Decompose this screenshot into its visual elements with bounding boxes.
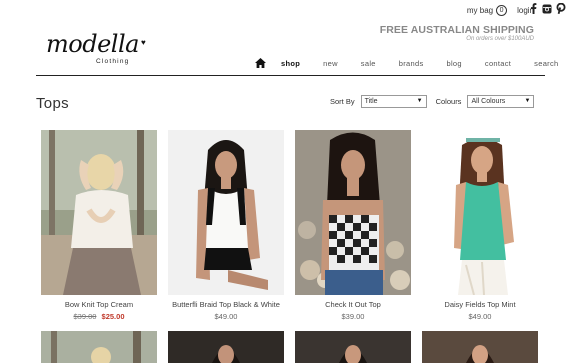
product-name[interactable]: Daisy Fields Top Mint [422,300,538,309]
product-image[interactable] [41,331,157,363]
sort-label: Sort By [330,97,355,106]
sale-price: $25.00 [101,312,125,321]
instagram-icon[interactable] [542,3,552,14]
product-image[interactable] [295,130,411,295]
bag-label: my bag [466,5,494,15]
original-price: $39.00 [73,312,97,321]
product-name[interactable]: Check It Out Top [295,300,411,309]
product-price: $49.00 [468,312,492,321]
bag-count-badge: 0 [496,4,508,16]
colour-label: Colours [435,97,462,106]
product-card[interactable]: Bow Knit Top Cream $39.00 $25.00 [41,130,157,321]
header-divider [36,75,545,76]
my-bag-link[interactable]: my bag 0 [466,4,508,16]
utility-bar: my bag 0 login [467,3,534,17]
product-grid-row-2 [41,331,538,363]
nav-item-sale[interactable]: sale [361,59,376,68]
product-image[interactable] [422,130,538,295]
product-card[interactable]: Butterfli Braid Top Black & White $49.00 [168,130,284,321]
social-links [528,3,566,14]
pinterest-icon[interactable] [556,3,566,14]
home-icon[interactable] [255,58,267,68]
logo-wordmark: modella [46,30,139,58]
site-logo[interactable]: modella ♥ Clothing [46,30,146,65]
product-price: $39.00 [341,312,365,321]
nav-item-shop[interactable]: shop [281,59,300,68]
shipping-banner: FREE AUSTRALIAN SHIPPING On orders over … [380,24,534,42]
heart-icon: ♥ [141,38,146,47]
colour-select[interactable]: All Colours ▼ [467,95,535,108]
product-card[interactable]: Daisy Fields Top Mint $49.00 [422,130,538,321]
nav-item-contact[interactable]: contact [485,59,511,68]
colour-value: All Colours [471,98,506,105]
shipping-subtitle: On orders over $100AUD [466,36,534,42]
filter-bar: Sort By Title ▼ Colours All Colours ▼ [330,95,535,108]
product-image[interactable] [422,331,538,363]
product-image[interactable] [168,130,284,295]
product-price: $39.00 $25.00 [41,312,157,321]
nav-item-brands[interactable]: brands [399,59,424,68]
product-image[interactable] [41,130,157,295]
dropdown-arrow-icon: ▼ [524,98,531,104]
product-name[interactable]: Bow Knit Top Cream [41,300,157,309]
main-nav: shop new sale brands blog contact search [255,58,558,68]
facebook-icon[interactable] [528,3,538,14]
nav-item-blog[interactable]: blog [447,59,462,68]
sort-value: Title [364,98,378,105]
page-title: Tops [36,95,69,112]
product-image[interactable] [295,331,411,363]
logo-subtitle: Clothing [96,58,130,65]
product-image[interactable] [168,331,284,363]
sort-select[interactable]: Title ▼ [360,95,427,108]
product-grid: Bow Knit Top Cream $39.00 $25.00 Butterf… [41,130,538,321]
product-price: $49.00 [214,312,238,321]
nav-item-new[interactable]: new [323,59,338,68]
nav-item-search[interactable]: search [534,59,558,68]
product-card[interactable]: Check It Out Top $39.00 [295,130,411,321]
shipping-title: FREE AUSTRALIAN SHIPPING [379,24,534,36]
product-name[interactable]: Butterfli Braid Top Black & White [168,300,284,309]
dropdown-arrow-icon: ▼ [416,98,423,104]
